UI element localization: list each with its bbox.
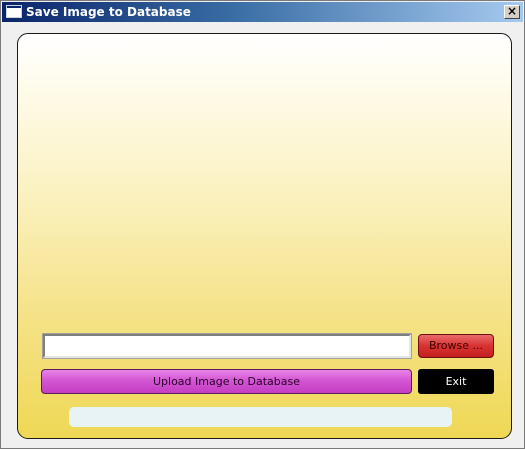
window-icon bbox=[6, 5, 22, 18]
upload-progress-bar bbox=[69, 407, 452, 427]
close-icon[interactable]: × bbox=[504, 5, 520, 19]
upload-image-button[interactable]: Upload Image to Database bbox=[41, 369, 412, 394]
title-bar[interactable]: Save Image to Database × bbox=[2, 2, 523, 22]
file-path-input[interactable] bbox=[42, 333, 412, 359]
browse-button[interactable]: Browse ... bbox=[418, 334, 494, 358]
window-title: Save Image to Database bbox=[26, 5, 191, 19]
exit-button[interactable]: Exit bbox=[418, 369, 494, 394]
app-window: Save Image to Database × Browse ... Uplo… bbox=[0, 0, 525, 449]
